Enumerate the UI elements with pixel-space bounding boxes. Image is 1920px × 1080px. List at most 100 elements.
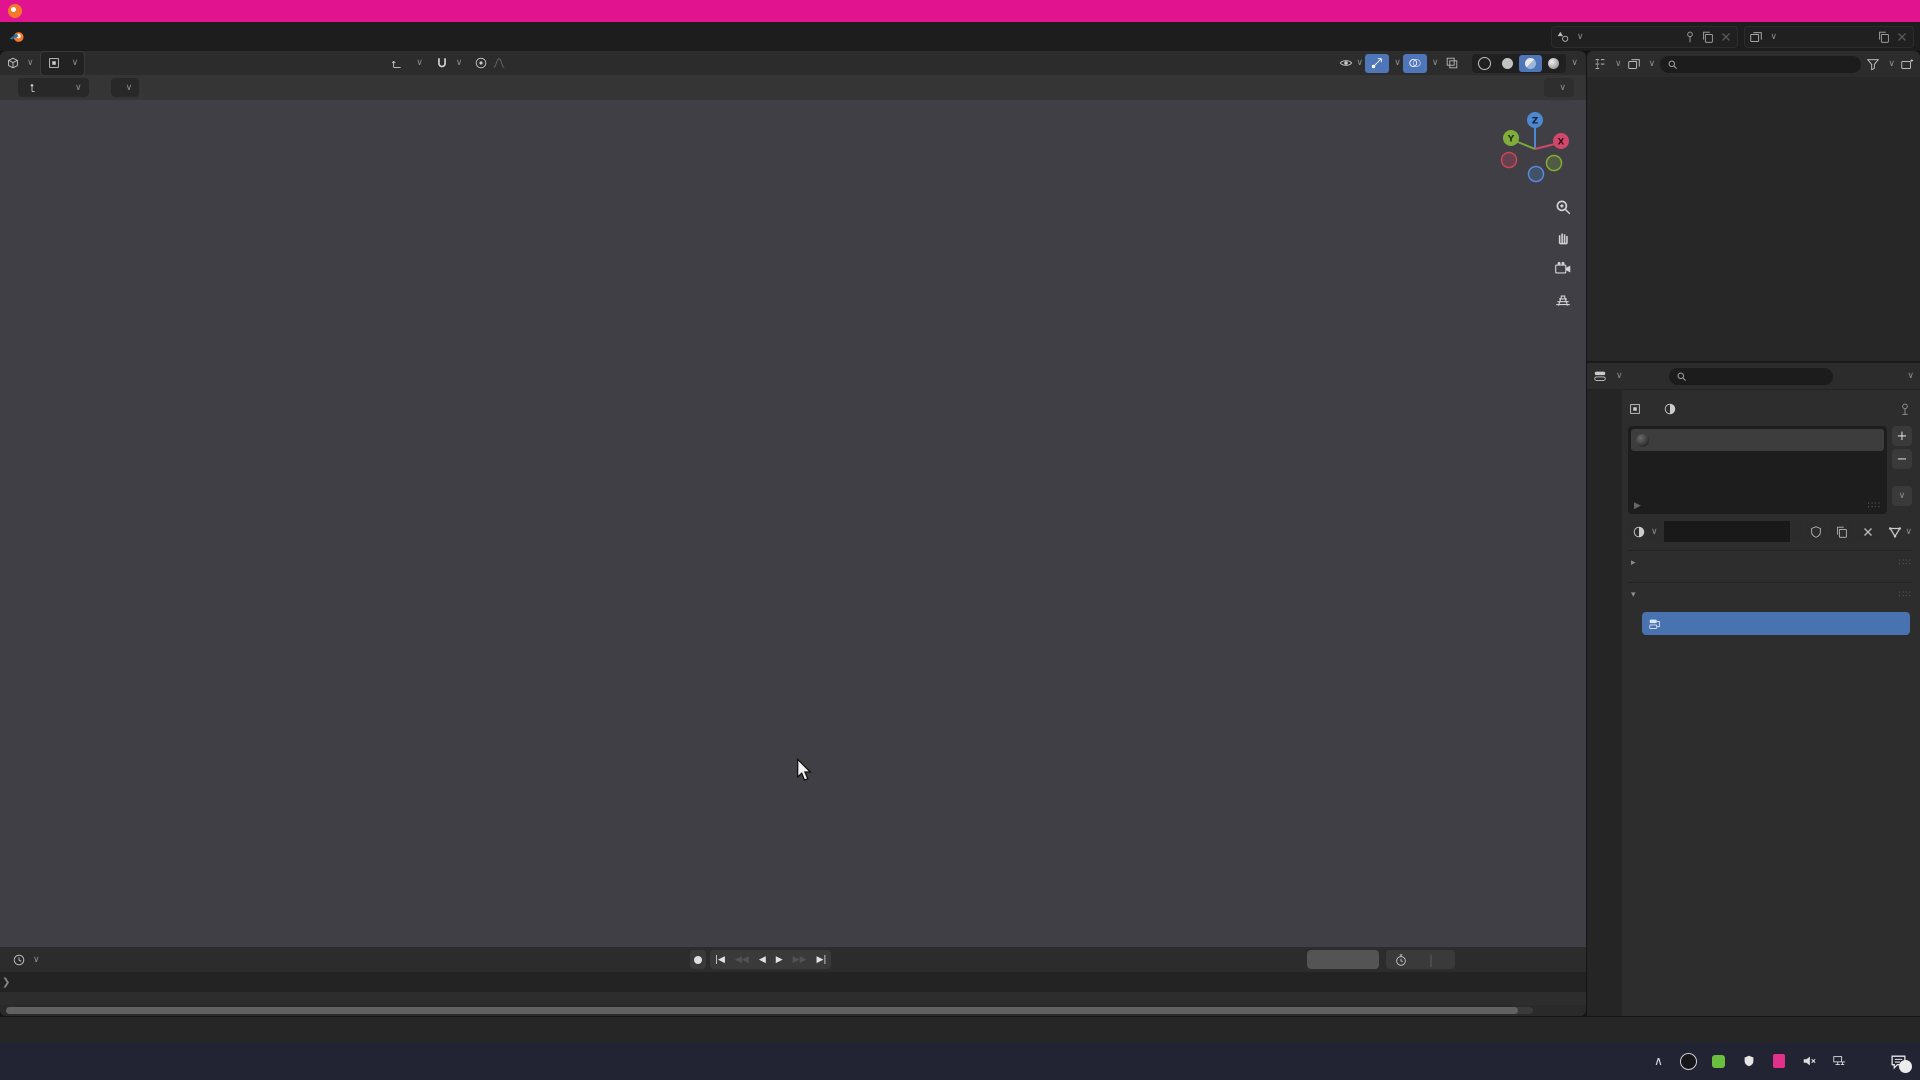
unlink-material-button[interactable] [1856, 521, 1880, 542]
fake-user-button[interactable] [1804, 521, 1828, 542]
mode-dropdown[interactable]: ∨ [40, 51, 86, 76]
falloff-icon [492, 56, 506, 70]
axis-icon [25, 81, 39, 95]
prev-keyframe-button[interactable]: ◀◀ [730, 955, 754, 965]
close-button[interactable] [1880, 0, 1920, 22]
xray-toggle[interactable] [1440, 54, 1464, 73]
material-datablock-row: ∨ ∨ [1628, 521, 1912, 542]
surface-panel-header[interactable]: ▾∷∷ [1628, 582, 1912, 606]
orientation-dropdown[interactable]: ∨ [18, 78, 89, 97]
timeline-ruler[interactable] [0, 972, 1586, 992]
object-icon [1628, 402, 1642, 416]
shading-rendered-button[interactable] [1542, 55, 1565, 72]
camera-view-icon[interactable] [1554, 260, 1572, 278]
overlays-toggle[interactable] [1403, 54, 1427, 73]
timeline-editor: ∨ |◀ ◀◀ ◀ ▶ ▶▶ ▶| | [0, 947, 1586, 1016]
shading-solid-button[interactable] [1496, 55, 1519, 72]
tray-chevron-icon[interactable]: ∧ [1650, 1053, 1667, 1070]
playback-controls: |◀ ◀◀ ◀ ▶ ▶▶ ▶| [690, 950, 831, 969]
remove-icon[interactable] [1895, 30, 1909, 44]
preview-panel-header[interactable]: ▸∷∷ [1628, 550, 1912, 574]
notification-center-icon[interactable] [1886, 1049, 1910, 1073]
shading-material-preview-button[interactable] [1519, 55, 1542, 72]
jump-to-end-button[interactable]: ▶| [812, 955, 832, 965]
pan-hand-icon[interactable] [1554, 229, 1572, 247]
show-gizmo-dropdown[interactable]: ∨ [1339, 54, 1363, 73]
navigation-gizmo[interactable]: Z Y X [1492, 106, 1578, 192]
outliner-search-input[interactable] [1660, 56, 1861, 73]
material-slot-list[interactable]: ▶∷∷ [1628, 426, 1887, 514]
snap-dropdown[interactable]: ∨ [429, 54, 469, 72]
object-mode-icon [47, 56, 61, 70]
search-icon [1667, 59, 1678, 70]
status-bar [0, 1016, 1920, 1043]
gizmos-toggle[interactable] [1365, 54, 1389, 73]
svg-text:Y: Y [1507, 135, 1515, 145]
xray-icon [1445, 56, 1459, 70]
slot-specials-button[interactable]: ∨ [1892, 486, 1912, 506]
scene-selector[interactable]: ∨ [1551, 26, 1739, 48]
pin-icon[interactable] [1683, 30, 1697, 44]
copy-icon[interactable] [1877, 30, 1891, 44]
3d-viewport[interactable]: Z Y X [0, 100, 1586, 947]
pin-icon[interactable] [1898, 402, 1912, 416]
view-layer-icon [1749, 30, 1763, 44]
blender-logo-icon[interactable] [8, 30, 26, 44]
breadcrumb [1628, 398, 1912, 420]
properties-search-input[interactable] [1669, 368, 1833, 385]
topbar: ∨ ∨ [0, 22, 1920, 52]
tray-obs-icon[interactable] [1680, 1053, 1697, 1070]
play-reverse-button[interactable]: ◀ [754, 955, 771, 965]
view-layer-selector[interactable]: ∨ [1744, 26, 1914, 48]
orientation-icon [391, 56, 405, 70]
browse-material-button[interactable]: ∨ [1628, 521, 1662, 542]
grid-ortho-icon[interactable] [1554, 291, 1572, 309]
viewport-canvas[interactable] [0, 100, 1586, 947]
copy-icon[interactable] [1701, 30, 1715, 44]
new-collection-icon[interactable] [1900, 57, 1914, 71]
material-link-dropdown[interactable]: ∨ [1888, 525, 1912, 539]
editor-type-button[interactable]: ∨ [0, 54, 40, 72]
viewport-header: ∨ ∨ ∨ ∨ ∨ ∨ [0, 51, 1586, 76]
timeline-track[interactable] [0, 992, 1586, 1005]
timeline-editor-type-button[interactable]: ∨ [6, 951, 46, 969]
tray-shield-icon[interactable] [1740, 1053, 1757, 1070]
options-button[interactable]: ∨ [1544, 78, 1574, 97]
timeline-scrollbar[interactable] [6, 1007, 1533, 1014]
minimize-button[interactable] [1800, 0, 1840, 22]
properties-editor-icon[interactable] [1593, 369, 1607, 383]
maximize-button[interactable] [1840, 0, 1880, 22]
viewport-nav-icons [1554, 198, 1572, 309]
material-name-field[interactable] [1664, 521, 1791, 542]
outliner-editor-icon[interactable] [1593, 57, 1607, 71]
material-slot-item[interactable] [1631, 429, 1884, 451]
material-icon [1663, 402, 1677, 416]
remove-slot-button[interactable]: − [1892, 449, 1912, 469]
transform-orientation-dropdown[interactable]: ∨ [385, 54, 429, 72]
frame-range-fields: | [1386, 950, 1455, 969]
current-frame-field[interactable] [1307, 950, 1379, 969]
network-icon[interactable] [1830, 1053, 1847, 1070]
material-users-count[interactable] [1792, 521, 1802, 542]
timeline-expand-arrow[interactable]: ❯ [2, 977, 10, 988]
outliner-header: ∨ ∨ ∨ [1587, 51, 1920, 77]
zoom-icon[interactable] [1554, 198, 1572, 216]
display-mode-icon[interactable] [1627, 57, 1641, 71]
play-button[interactable]: ▶ [771, 955, 788, 965]
volume-muted-icon[interactable] [1800, 1053, 1817, 1070]
unlink-icon[interactable] [1719, 30, 1733, 44]
jump-to-start-button[interactable]: |◀ [710, 955, 730, 965]
add-slot-button[interactable]: + [1892, 426, 1912, 446]
drag-dropdown[interactable]: ∨ [111, 78, 140, 97]
filter-icon[interactable] [1866, 57, 1880, 71]
tray-geforce-icon[interactable] [1710, 1053, 1727, 1070]
auto-keying-button[interactable] [690, 950, 706, 969]
next-keyframe-button[interactable]: ▶▶ [788, 955, 812, 965]
copy-material-button[interactable] [1830, 521, 1854, 542]
blender-app-icon [8, 4, 22, 18]
proportional-editing-button[interactable] [468, 54, 512, 72]
use-nodes-button[interactable] [1642, 612, 1910, 635]
shading-wireframe-button[interactable] [1473, 55, 1496, 72]
slot-expand-arrow[interactable]: ▶ [1634, 501, 1641, 511]
tray-pink-app-icon[interactable] [1770, 1053, 1787, 1070]
